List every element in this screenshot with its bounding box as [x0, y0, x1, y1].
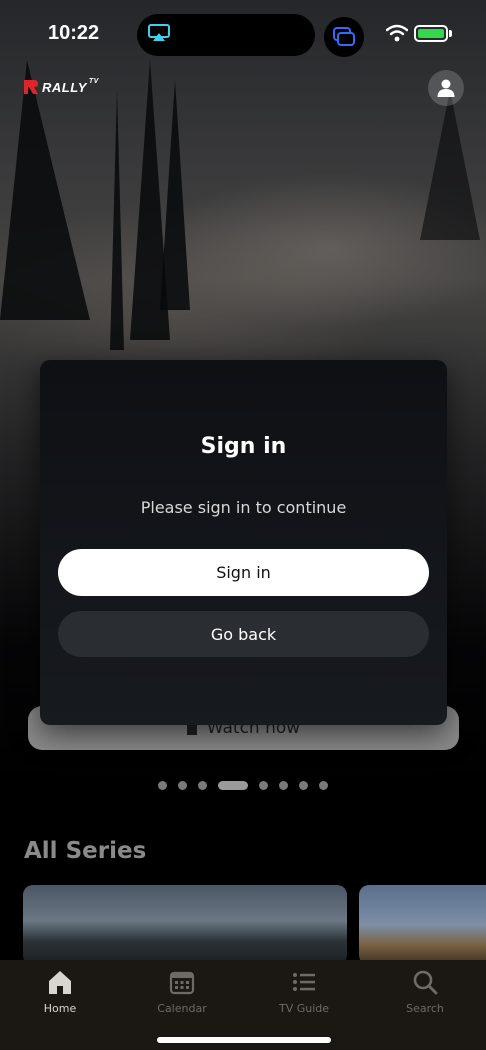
tab-label-home: Home: [43, 1002, 77, 1015]
carousel-dot[interactable]: [259, 781, 268, 790]
search-icon: [413, 970, 438, 995]
series-card[interactable]: [359, 885, 486, 965]
modal-message: Please sign in to continue: [140, 498, 347, 517]
carousel-dot-active[interactable]: [218, 781, 248, 790]
logo-suffix: TV: [88, 78, 99, 85]
calendar-icon: [169, 971, 195, 995]
carousel-dot[interactable]: [299, 781, 308, 790]
tab-label-tv-guide: TV Guide: [278, 1002, 330, 1015]
modal-title: Sign in: [200, 434, 287, 459]
battery-tip: [449, 30, 452, 37]
tab-home[interactable]: Home: [15, 968, 105, 1015]
carousel-dot[interactable]: [158, 781, 167, 790]
carousel-dot[interactable]: [198, 781, 207, 790]
tab-tv-guide[interactable]: TV Guide: [259, 968, 349, 1015]
airplay-icon: [148, 24, 170, 41]
profile-button[interactable]: [428, 70, 464, 106]
rally-logo-mark: [24, 80, 38, 94]
carousel-dot[interactable]: [178, 781, 187, 790]
list-icon: [293, 973, 315, 991]
home-icon: [49, 971, 71, 994]
home-indicator[interactable]: [157, 1037, 331, 1043]
app-logo: RALLY TV: [22, 78, 99, 96]
go-back-button[interactable]: Go back: [58, 611, 429, 657]
tab-label-calendar: Calendar: [157, 1002, 207, 1015]
status-bar: 10:22: [0, 0, 486, 70]
carousel-dot[interactable]: [319, 781, 328, 790]
carousel-dot[interactable]: [279, 781, 288, 790]
tab-calendar[interactable]: Calendar: [137, 968, 227, 1015]
tab-label-search: Search: [406, 1002, 444, 1015]
battery-charging-icon: [414, 25, 448, 42]
series-card[interactable]: [23, 885, 347, 965]
all-series-title: All Series: [24, 838, 147, 864]
carousel-dots[interactable]: [158, 781, 328, 790]
sign-in-button[interactable]: Sign in: [58, 549, 429, 596]
user-icon: [437, 79, 455, 97]
logo-text: RALLY: [42, 79, 87, 95]
wifi-icon: [386, 24, 408, 42]
sign-in-modal: Sign in Please sign in to continue Sign …: [40, 360, 447, 725]
screen-mirroring-icon: [324, 17, 364, 57]
status-time: 10:22: [48, 22, 100, 44]
tab-search[interactable]: Search: [380, 968, 470, 1015]
